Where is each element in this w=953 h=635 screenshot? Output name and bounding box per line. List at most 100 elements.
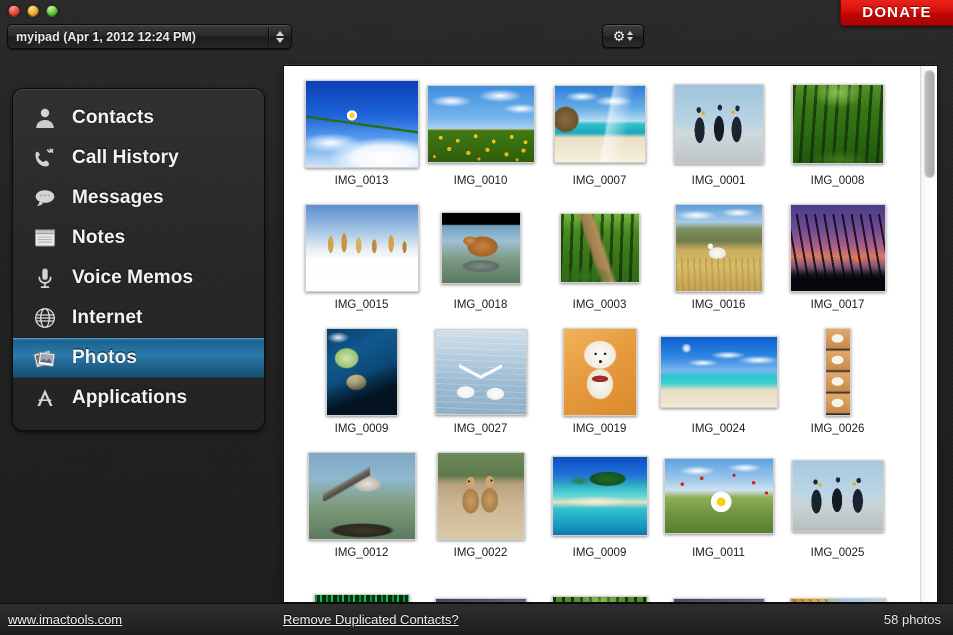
photo-item[interactable] xyxy=(421,574,540,602)
photo-thumbnail-wrap xyxy=(302,78,421,170)
sidebar-item-internet[interactable]: Internet xyxy=(14,298,263,338)
photo-thumbnail-wrap xyxy=(540,202,659,294)
photo-thumbnail-wrap xyxy=(421,574,540,602)
sidebar-item-label: Contacts xyxy=(72,107,155,128)
photo-thumbnail-wrap xyxy=(302,202,421,294)
photo-item[interactable]: IMG_0011 xyxy=(659,450,778,574)
photo-thumbnail[interactable] xyxy=(791,84,884,164)
photo-item[interactable] xyxy=(302,574,421,602)
window-controls xyxy=(8,5,58,17)
photo-thumbnail[interactable] xyxy=(553,85,646,163)
photo-thumbnail[interactable] xyxy=(440,212,521,284)
photo-label: IMG_0012 xyxy=(334,547,389,559)
photo-thumbnail[interactable] xyxy=(426,85,535,163)
speech-bubble-icon xyxy=(32,185,58,211)
photo-item[interactable]: IMG_0019 xyxy=(540,326,659,450)
photo-item[interactable]: IMG_0016 xyxy=(659,202,778,326)
sidebar-item-label: Photos xyxy=(72,347,137,368)
sidebar-item-voice-memos[interactable]: Voice Memos xyxy=(14,258,263,298)
photo-item[interactable]: IMG_0009 xyxy=(540,450,659,574)
vertical-scrollbar[interactable] xyxy=(920,66,937,602)
photo-item[interactable] xyxy=(540,574,659,602)
photo-item[interactable] xyxy=(778,574,897,602)
chevron-down-icon xyxy=(627,37,634,41)
photo-label: IMG_0019 xyxy=(572,423,627,435)
device-select[interactable]: myipad (Apr 1, 2012 12:24 PM) xyxy=(7,24,292,49)
photo-thumbnail[interactable] xyxy=(659,336,778,408)
photo-thumbnail[interactable] xyxy=(559,213,640,283)
photo-thumbnail[interactable] xyxy=(791,460,884,532)
photo-item[interactable]: IMG_0012 xyxy=(302,450,421,574)
photo-thumbnail-wrap xyxy=(778,202,897,294)
sidebar-item-applications[interactable]: Applications xyxy=(14,378,263,418)
sidebar-item-photos[interactable]: Photos xyxy=(13,338,264,378)
photo-thumbnail[interactable] xyxy=(304,80,419,168)
photo-thumbnail[interactable] xyxy=(562,328,637,416)
zoom-button[interactable] xyxy=(46,5,58,17)
photo-item[interactable]: IMG_0007 xyxy=(540,78,659,202)
photo-thumbnail[interactable] xyxy=(434,329,527,415)
close-button[interactable] xyxy=(8,5,20,17)
photo-label: IMG_0010 xyxy=(453,175,508,187)
photo-item[interactable]: IMG_0015 xyxy=(302,202,421,326)
chevron-updown-icon[interactable] xyxy=(269,30,291,43)
photo-thumbnail-wrap xyxy=(778,78,897,170)
microphone-icon xyxy=(32,265,58,291)
donate-label: DONATE xyxy=(862,4,932,21)
remove-duplicates-link[interactable]: Remove Duplicated Contacts? xyxy=(283,612,459,627)
photo-thumbnail[interactable] xyxy=(325,328,398,416)
photo-grid[interactable]: IMG_0013 IMG_0010 IMG_0007 IMG_0001 IMG_… xyxy=(284,66,920,602)
website-link[interactable]: www.imactools.com xyxy=(8,612,122,627)
photo-thumbnail[interactable] xyxy=(436,452,525,540)
sidebar-item-label: Notes xyxy=(72,227,126,248)
photo-item[interactable]: IMG_0027 xyxy=(421,326,540,450)
photo-item[interactable]: IMG_0022 xyxy=(421,450,540,574)
status-bar: www.imactools.com Remove Duplicated Cont… xyxy=(0,603,953,635)
photo-label: IMG_0009 xyxy=(572,547,627,559)
donate-button[interactable]: DONATE xyxy=(840,0,953,26)
photo-item[interactable]: IMG_0024 xyxy=(659,326,778,450)
sidebar-item-messages[interactable]: Messages xyxy=(14,178,263,218)
photo-item[interactable]: IMG_0013 xyxy=(302,78,421,202)
photo-thumbnail-wrap xyxy=(659,202,778,294)
scrollbar-thumb[interactable] xyxy=(924,70,935,178)
photo-thumbnail[interactable] xyxy=(673,84,764,164)
photo-label: IMG_0007 xyxy=(572,175,627,187)
minimize-button[interactable] xyxy=(27,5,39,17)
sidebar-item-label: Voice Memos xyxy=(72,267,194,288)
photo-thumbnail[interactable] xyxy=(551,456,648,536)
photo-thumbnail[interactable] xyxy=(663,458,774,534)
photo-thumbnail[interactable] xyxy=(551,596,648,602)
photo-thumbnail[interactable] xyxy=(824,328,851,416)
sidebar-item-notes[interactable]: Notes xyxy=(14,218,263,258)
photo-thumbnail[interactable] xyxy=(789,204,886,292)
photo-thumbnail-wrap xyxy=(659,78,778,170)
photo-item[interactable]: IMG_0017 xyxy=(778,202,897,326)
sidebar-item-call-history[interactable]: Call History xyxy=(14,138,263,178)
photo-item[interactable] xyxy=(659,574,778,602)
photo-thumbnail-wrap xyxy=(540,78,659,170)
photo-item[interactable]: IMG_0008 xyxy=(778,78,897,202)
photo-thumbnail[interactable] xyxy=(313,594,410,602)
photo-thumbnail[interactable] xyxy=(304,204,419,292)
photo-item[interactable]: IMG_0009 xyxy=(302,326,421,450)
photo-label: IMG_0024 xyxy=(691,423,746,435)
settings-button[interactable]: ⚙ xyxy=(602,24,644,48)
photo-label: IMG_0003 xyxy=(572,299,627,311)
chevron-up-icon xyxy=(627,31,634,35)
photo-thumbnail-wrap xyxy=(421,326,540,418)
photo-thumbnail-wrap xyxy=(659,326,778,418)
photo-item[interactable]: IMG_0025 xyxy=(778,450,897,574)
photo-thumbnail[interactable] xyxy=(674,204,763,292)
photo-label: IMG_0013 xyxy=(334,175,389,187)
photo-label: IMG_0025 xyxy=(810,547,865,559)
photo-item[interactable]: IMG_0001 xyxy=(659,78,778,202)
sidebar-item-contacts[interactable]: Contacts xyxy=(14,98,263,138)
photo-thumbnail-wrap xyxy=(659,450,778,542)
photo-item[interactable]: IMG_0010 xyxy=(421,78,540,202)
photo-label: IMG_0017 xyxy=(810,299,865,311)
photo-item[interactable]: IMG_0026 xyxy=(778,326,897,450)
photo-thumbnail[interactable] xyxy=(307,452,416,540)
photo-item[interactable]: IMG_0018 xyxy=(421,202,540,326)
photo-item[interactable]: IMG_0003 xyxy=(540,202,659,326)
